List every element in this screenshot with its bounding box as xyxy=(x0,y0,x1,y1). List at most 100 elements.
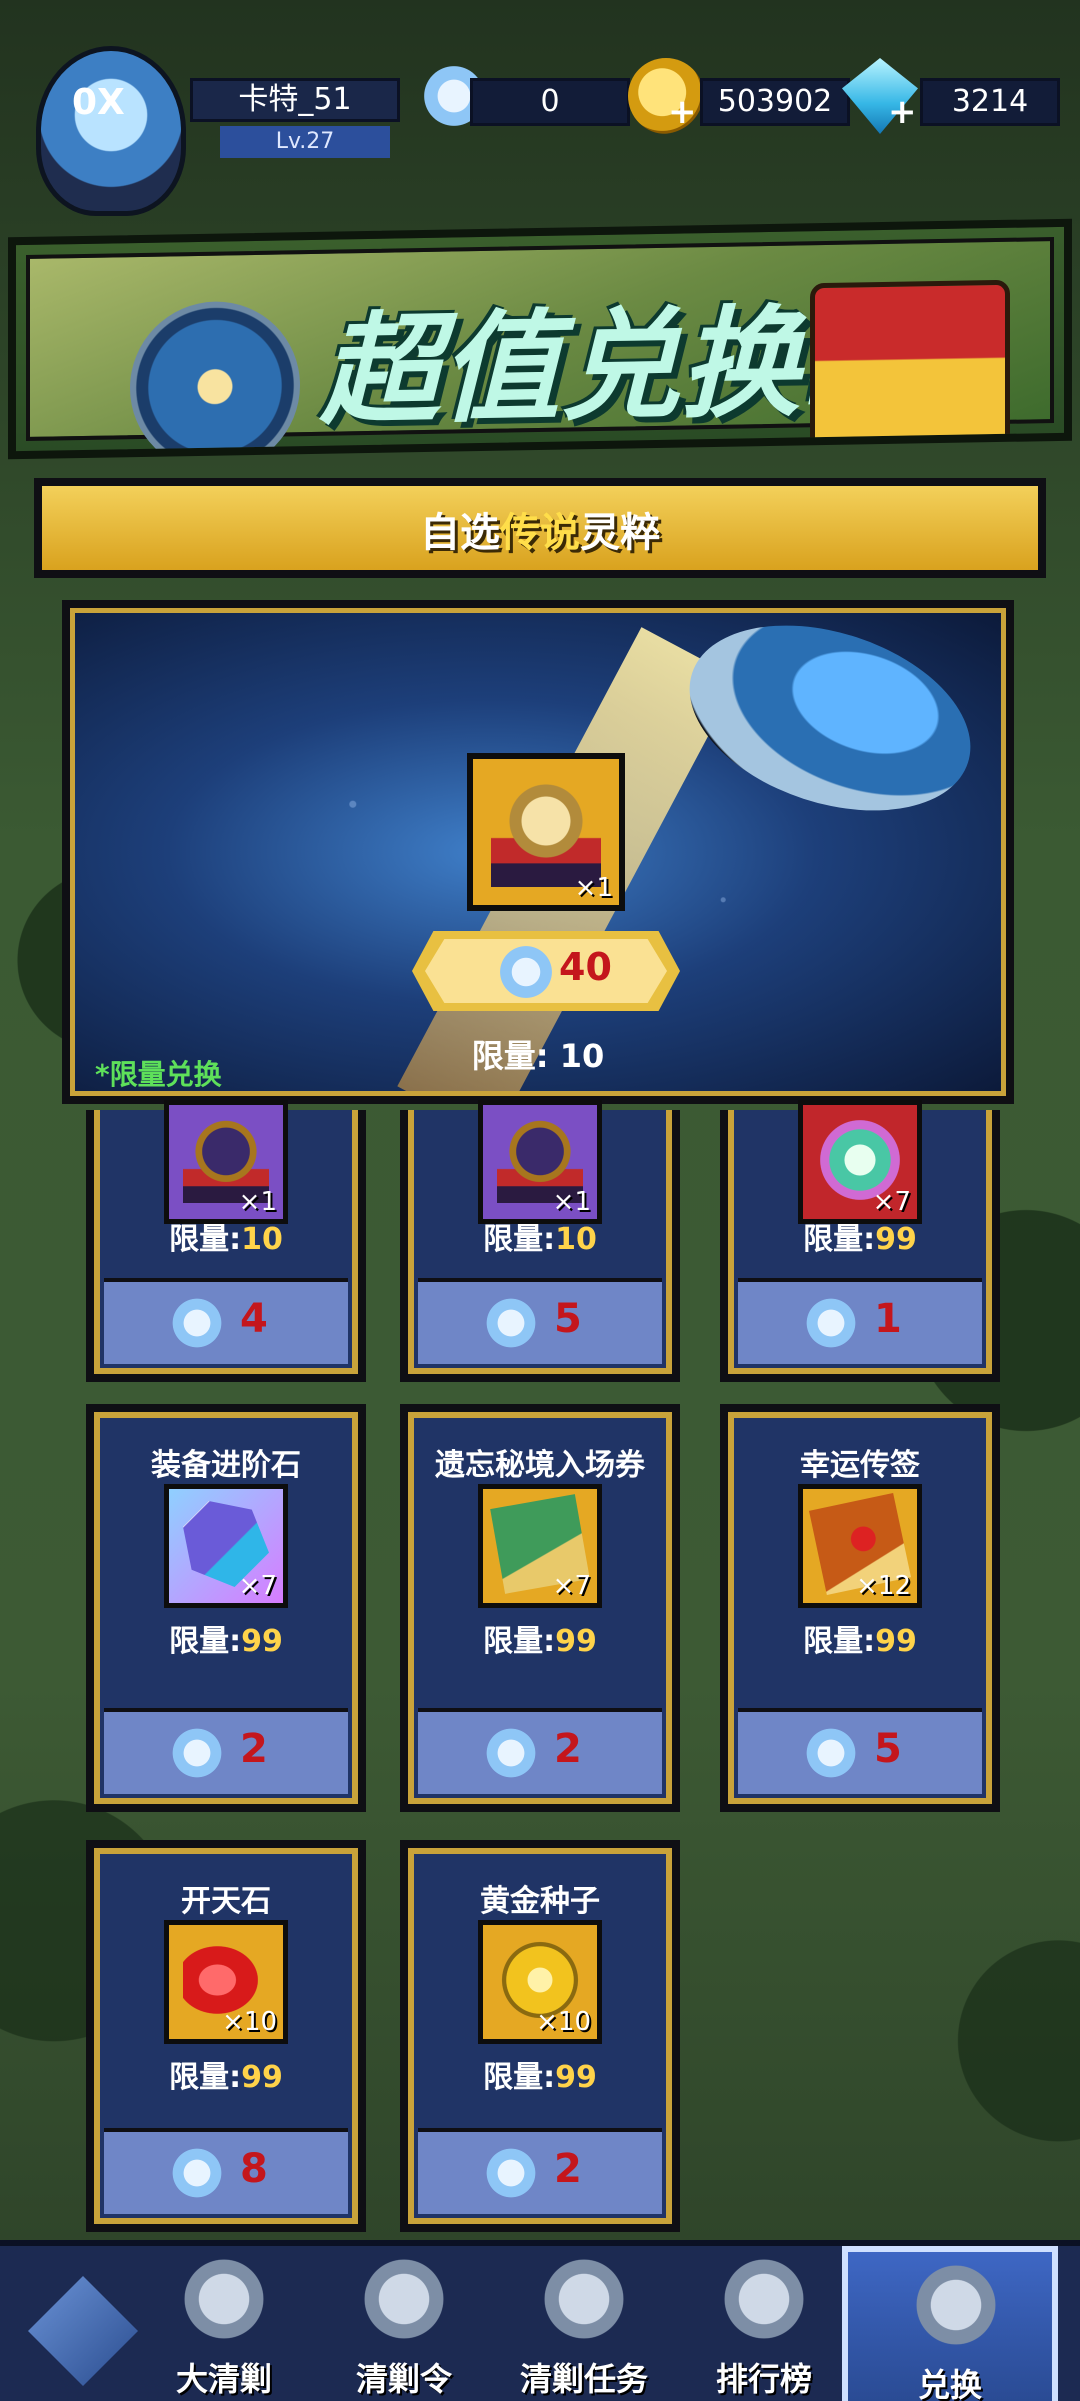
card-limit: 限量:10 xyxy=(414,1214,666,1258)
exchange-card[interactable]: ×7 限量:99 1 xyxy=(720,1100,1000,1382)
card-title: 开天石 xyxy=(181,1884,271,1919)
item-quantity: ×1 xyxy=(552,1187,591,1217)
exchange-card[interactable]: ×1 限量:10 4 xyxy=(86,1100,366,1382)
item-quantity: ×12 xyxy=(856,1571,911,1601)
card-frame: ×1 限量:10 5 xyxy=(408,1100,672,1374)
exchange-card[interactable]: ×1 限量:10 5 xyxy=(400,1100,680,1382)
exchange-card[interactable]: 遗忘秘境入场券 ×7 限量:99 2 xyxy=(400,1404,680,1812)
card-price: 1 xyxy=(874,1296,902,1342)
card-item: ×1 xyxy=(164,1100,288,1224)
card-price: 2 xyxy=(554,1726,582,1772)
featured-title-suffix: 灵粹 xyxy=(580,510,660,556)
item-quantity: ×7 xyxy=(552,1571,591,1601)
nav-label: 清剿令 xyxy=(355,2360,452,2398)
item-quantity: ×7 xyxy=(238,1571,277,1601)
card-limit: 限量:99 xyxy=(414,1616,666,1660)
player-name: 卡特_51 xyxy=(190,78,400,122)
nav-exchange[interactable]: 兑换 xyxy=(842,2246,1058,2401)
limit-value: 99 xyxy=(875,1222,917,1257)
featured-exchange-panel: ×1 40 限量: 10 *限量兑换 xyxy=(62,600,1014,1104)
banner-frame: 超值兑换! xyxy=(26,237,1054,460)
item-quantity: ×1 xyxy=(574,873,613,903)
featured-title-prefix: 自选 xyxy=(420,510,500,556)
item-quantity: ×1 xyxy=(238,1187,277,1217)
nav-label: 兑换 xyxy=(917,2366,982,2401)
card-price: 5 xyxy=(874,1726,902,1772)
card-limit: 限量:99 xyxy=(734,1214,986,1258)
card-price-button[interactable]: 5 xyxy=(418,1278,662,1364)
exchange-card[interactable]: 黄金种子 ×10 限量:99 2 xyxy=(400,1840,680,2232)
card-frame: 遗忘秘境入场券 ×7 限量:99 2 xyxy=(408,1412,672,1804)
treasure-chest-icon xyxy=(810,279,1010,454)
featured-header: 自选传说灵粹 xyxy=(34,478,1046,578)
ufo-icon xyxy=(665,613,995,844)
limit-label: 限量: xyxy=(483,1624,556,1659)
limit-value: 10 xyxy=(241,1222,283,1257)
feather-icon xyxy=(166,1722,228,1784)
nav-sweep-tasks[interactable]: 清剿任务 xyxy=(494,2246,674,2401)
exchange-card[interactable]: 幸运传签 ×12 限量:99 5 xyxy=(720,1404,1000,1812)
card-item: ×1 xyxy=(478,1100,602,1224)
legend-essence-icon xyxy=(491,777,601,887)
card-limit: 限量:99 xyxy=(100,2052,352,2096)
card-item: ×10 xyxy=(164,1920,288,2044)
nav-label: 排行榜 xyxy=(715,2360,812,2398)
nav-sweep-order[interactable]: 清剿令 xyxy=(314,2246,494,2401)
limit-value: 99 xyxy=(555,1624,597,1659)
card-price-button[interactable]: 2 xyxy=(104,1708,348,1794)
exchange-bag-icon xyxy=(911,2260,1001,2360)
limit-label: 限量: xyxy=(169,1624,242,1659)
limited-exchange-note: *限量兑换 xyxy=(95,1058,222,1091)
sweep-order-icon xyxy=(359,2254,449,2354)
limit-label: 限量: xyxy=(483,1222,556,1257)
feather-icon xyxy=(480,1722,542,1784)
card-price-button[interactable]: 8 xyxy=(104,2128,348,2214)
card-item: ×7 xyxy=(798,1100,922,1224)
exchange-card[interactable]: 开天石 ×10 限量:99 8 xyxy=(86,1840,366,2232)
card-price-button[interactable]: 2 xyxy=(418,1708,662,1794)
card-price-button[interactable]: 5 xyxy=(738,1708,982,1794)
limit-value: 99 xyxy=(241,1624,283,1659)
task-claw-icon xyxy=(539,2254,629,2354)
limit-label: 限量: xyxy=(803,1624,876,1659)
avatar-badge: 0X xyxy=(72,82,125,123)
nav-label: 清剿任务 xyxy=(519,2360,648,2398)
card-price-button[interactable]: 4 xyxy=(104,1278,348,1364)
legend-essence-item[interactable]: ×1 xyxy=(467,753,625,911)
card-frame: ×7 限量:99 1 xyxy=(728,1100,992,1374)
home-icon[interactable] xyxy=(28,2276,138,2386)
feather-icon xyxy=(166,2142,228,2204)
card-title: 黄金种子 xyxy=(480,1884,600,1919)
limit-value: 99 xyxy=(555,2060,597,2095)
coin-count: 503902 xyxy=(700,78,850,126)
card-title: 装备进阶石 xyxy=(151,1448,301,1483)
feather-icon xyxy=(800,1292,862,1354)
feather-icon xyxy=(480,1292,542,1354)
nav-big-sweep[interactable]: 大清剿 xyxy=(134,2246,314,2401)
card-item: ×7 xyxy=(478,1484,602,1608)
card-price: 8 xyxy=(240,2146,268,2192)
card-price: 5 xyxy=(554,1296,582,1342)
nav-leaderboard[interactable]: 排行榜 xyxy=(674,2246,854,2401)
feather-icon xyxy=(166,1292,228,1354)
card-price-button[interactable]: 2 xyxy=(418,2128,662,2214)
card-price: 4 xyxy=(240,1296,268,1342)
featured-title-highlight: 传说 xyxy=(500,510,580,556)
add-coins-icon[interactable]: + xyxy=(668,92,697,132)
add-gems-icon[interactable]: + xyxy=(888,92,917,132)
card-price-button[interactable]: 1 xyxy=(738,1278,982,1364)
featured-price: 40 xyxy=(559,945,612,989)
exchange-banner: 超值兑换! xyxy=(8,218,1072,460)
exchange-card[interactable]: 装备进阶石 ×7 限量:99 2 xyxy=(86,1404,366,1812)
limit-label: 限量: xyxy=(169,2060,242,2095)
card-frame: ×1 限量:10 4 xyxy=(94,1100,358,1374)
feather-icon xyxy=(493,939,559,1005)
card-frame: 幸运传签 ×12 限量:99 5 xyxy=(728,1412,992,1804)
card-title: 幸运传签 xyxy=(800,1448,920,1483)
limit-value: 99 xyxy=(875,1624,917,1659)
bottom-navigation: 大清剿 清剿令 清剿任务 排行榜 兑换 xyxy=(0,2240,1080,2401)
card-limit: 限量:99 xyxy=(734,1616,986,1660)
card-item: ×10 xyxy=(478,1920,602,2044)
card-item: ×12 xyxy=(798,1484,922,1608)
player-avatar[interactable] xyxy=(36,46,186,216)
